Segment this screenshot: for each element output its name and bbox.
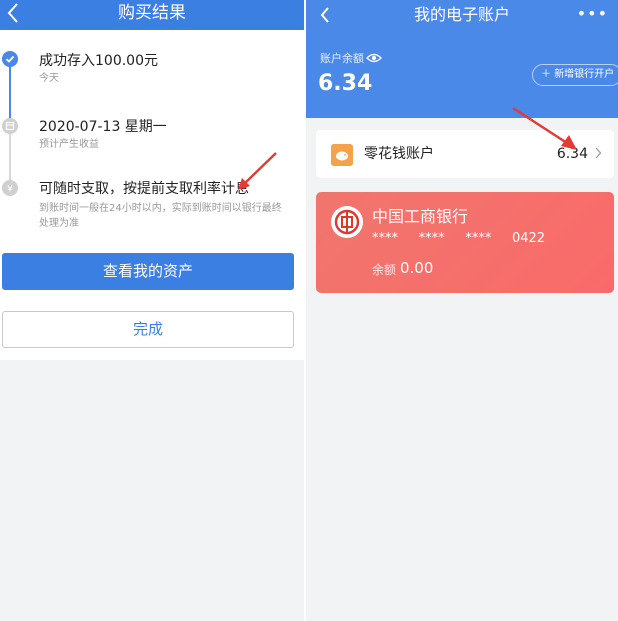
piggy-bank-icon bbox=[331, 144, 353, 166]
step-title: 成功存入100.00元 bbox=[39, 53, 158, 69]
icbc-bank-card[interactable]: 中国工商银行 **** **** **** 0422 余额 0.00 bbox=[316, 192, 614, 293]
step-title: 2020-07-13 星期一 bbox=[39, 119, 167, 135]
screenshot-root: 购买结果 ¥ 成功存入100.00元 今天 2020-07-13 星期一 预计产… bbox=[0, 0, 618, 621]
page-title: 购买结果 bbox=[118, 3, 186, 23]
timeline-line-done bbox=[9, 66, 11, 118]
icbc-logo-icon bbox=[331, 206, 363, 238]
timeline-line-pending bbox=[9, 134, 11, 180]
bank-card-number: **** **** **** 0422 bbox=[372, 231, 546, 246]
chevron-right-icon bbox=[595, 147, 602, 159]
page-title: 我的电子账户 bbox=[413, 5, 510, 24]
bank-balance-label: 余额 bbox=[372, 263, 397, 277]
annotation-arrow-icon bbox=[512, 106, 577, 150]
add-bank-label: 新增银行开户 bbox=[554, 69, 615, 80]
step-subtitle: 今天 bbox=[39, 73, 59, 84]
check-icon bbox=[2, 51, 18, 67]
annotation-arrow-icon bbox=[238, 152, 277, 190]
calendar-icon bbox=[2, 118, 18, 134]
step-subtitle: 到账时间一般在24小时以内，实际到账时间以银行最终处理为准 bbox=[39, 203, 282, 229]
balance-value: 6.34 bbox=[318, 71, 373, 96]
bank-balance-value: 0.00 bbox=[400, 259, 434, 277]
account-header: 我的电子账户 ••• 账户余额 6.34 ＋ 新增银行开户 bbox=[306, 0, 618, 118]
add-bank-account-button[interactable]: ＋ 新增银行开户 bbox=[532, 64, 618, 86]
plus-icon: ＋ bbox=[541, 69, 551, 80]
left-header: 购买结果 bbox=[0, 0, 304, 30]
step-subtitle: 预计产生收益 bbox=[39, 139, 99, 150]
done-button[interactable]: 完成 bbox=[2, 311, 294, 348]
linghuaqian-name: 零花钱账户 bbox=[364, 146, 434, 162]
svg-text:¥: ¥ bbox=[7, 185, 13, 195]
more-icon[interactable]: ••• bbox=[577, 4, 608, 23]
view-assets-button[interactable]: 查看我的资产 bbox=[2, 253, 294, 290]
purchase-result-screen: 购买结果 ¥ 成功存入100.00元 今天 2020-07-13 星期一 预计产… bbox=[0, 0, 304, 621]
bank-name: 中国工商银行 bbox=[372, 207, 469, 226]
balance-label: 账户余额 bbox=[320, 52, 364, 65]
step-title: 可随时支取，按提前支取利率计息 bbox=[39, 181, 249, 197]
account-list: 零花钱账户 6.34 中国工商银行 **** **** **** 0422 余额… bbox=[306, 118, 618, 621]
yuan-icon: ¥ bbox=[2, 180, 18, 196]
eye-icon[interactable] bbox=[366, 52, 382, 64]
e-account-screen: 我的电子账户 ••• 账户余额 6.34 ＋ 新增银行开户 零花钱账户 6.34… bbox=[306, 0, 618, 621]
